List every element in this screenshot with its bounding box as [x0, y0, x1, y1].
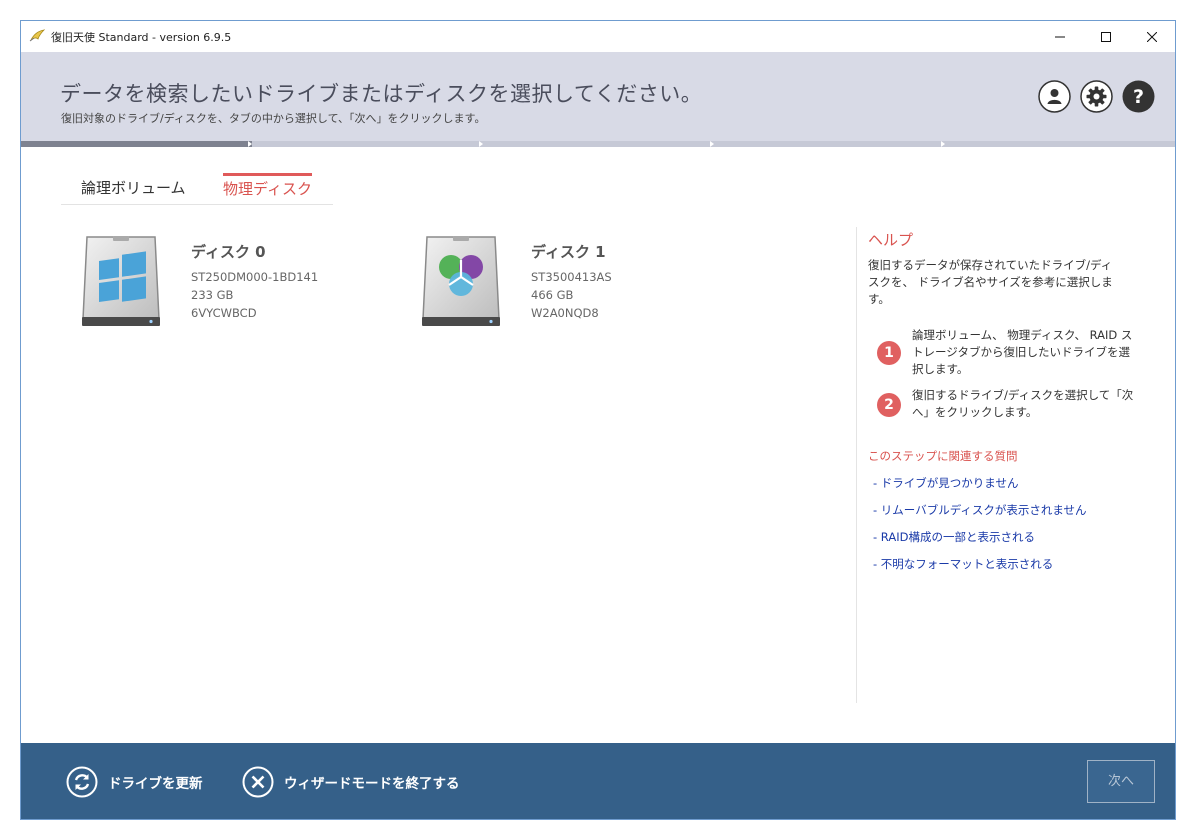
help-title: ヘルプ — [868, 231, 914, 249]
disk-serial: W2A0NQD8 — [531, 306, 599, 320]
disk-serial: 6VYCWBCD — [191, 306, 257, 320]
progress-separator — [941, 141, 945, 147]
refresh-drives-button[interactable]: ドライブを更新 — [66, 765, 203, 799]
wizard-footer: ドライブを更新 ウィザードモードを終了する 次へ — [21, 743, 1175, 819]
step-number-badge: 2 — [877, 393, 901, 417]
disk-size: 233 GB — [191, 288, 234, 302]
disk-model: ST3500413AS — [531, 270, 612, 284]
gear-icon[interactable] — [1080, 80, 1113, 113]
close-button[interactable] — [1129, 21, 1175, 52]
help-icon[interactable]: ? — [1122, 80, 1155, 113]
close-icon — [1147, 31, 1157, 42]
svg-text:?: ? — [1133, 86, 1144, 108]
refresh-drives-label: ドライブを更新 — [108, 776, 203, 792]
wizard-header: データを検索したいドライブまたはディスクを選択してください。 復旧対象のドライブ… — [21, 52, 1175, 141]
disk-name: ディスク 1 — [531, 243, 606, 261]
minimize-button[interactable] — [1037, 21, 1083, 52]
step-number-badge: 1 — [877, 341, 901, 365]
multi-partition-drive-icon — [422, 236, 500, 326]
drive-type-tabs: 論理ボリューム 物理ディスク — [61, 173, 333, 205]
page-title: データを検索したいドライブまたはディスクを選択してください。 — [60, 82, 703, 106]
tab-physical-disk[interactable]: 物理ディスク — [223, 173, 312, 205]
faq-link[interactable]: - ドライブが見つかりません — [873, 475, 1018, 491]
progress-separator — [710, 141, 714, 147]
windows-drive-icon — [82, 236, 160, 326]
faq-title: このステップに関連する質問 — [868, 449, 1018, 463]
progress-separator — [479, 141, 483, 147]
faq-link[interactable]: - リムーバブルディスクが表示されません — [873, 502, 1087, 518]
disk-model: ST250DM000-1BD141 — [191, 270, 319, 284]
step-text: 論理ボリューム、 物理ディスク、 RAID ストレージタブから復旧したいドライブ… — [912, 328, 1133, 376]
minimize-icon — [1055, 36, 1065, 37]
maximize-icon — [1101, 31, 1111, 42]
next-button[interactable]: 次へ — [1087, 760, 1155, 803]
close-circle-icon — [242, 766, 274, 798]
wizard-progress — [21, 141, 1175, 147]
progress-separator — [248, 141, 252, 147]
disk-name: ディスク 0 — [191, 243, 266, 261]
faq-link[interactable]: - 不明なフォーマットと表示される — [873, 556, 1053, 572]
disk-item[interactable]: ディスク 1 ST3500413AS 466 GB W2A0NQD8 — [419, 233, 719, 333]
help-panel: ヘルプ 復旧するデータが保存されていたドライブ/ディスクを、 ドライブ名やサイズ… — [856, 227, 1156, 703]
exit-wizard-button[interactable]: ウィザードモードを終了する — [242, 765, 460, 799]
title-bar: 復旧天使 Standard - version 6.9.5 — [21, 21, 1175, 52]
app-window: 復旧天使 Standard - version 6.9.5 データを検索したいド… — [20, 20, 1176, 820]
window-title: 復旧天使 Standard - version 6.9.5 — [51, 31, 232, 44]
disk-size: 466 GB — [531, 288, 574, 302]
disk-item[interactable]: ディスク 0 ST250DM000-1BD141 233 GB 6VYCWBCD — [79, 233, 379, 333]
maximize-button[interactable] — [1083, 21, 1129, 52]
tab-logical-volume[interactable]: 論理ボリューム — [81, 173, 186, 205]
faq-link[interactable]: - RAID構成の一部と表示される — [873, 529, 1035, 545]
help-intro: 復旧するデータが保存されていたドライブ/ディスクを、 ドライブ名やサイズを参考に… — [868, 258, 1113, 306]
refresh-icon — [66, 766, 98, 798]
page-subtitle: 復旧対象のドライブ/ディスクを、タブの中から選択して、「次へ」をクリックします。 — [61, 112, 486, 125]
user-icon[interactable] — [1038, 80, 1071, 113]
step-text: 復旧するドライブ/ディスクを選択して「次へ」をクリックします。 — [912, 388, 1134, 419]
progress-fill — [21, 141, 252, 147]
wing-logo-icon — [29, 29, 45, 42]
exit-wizard-label: ウィザードモードを終了する — [284, 776, 460, 792]
